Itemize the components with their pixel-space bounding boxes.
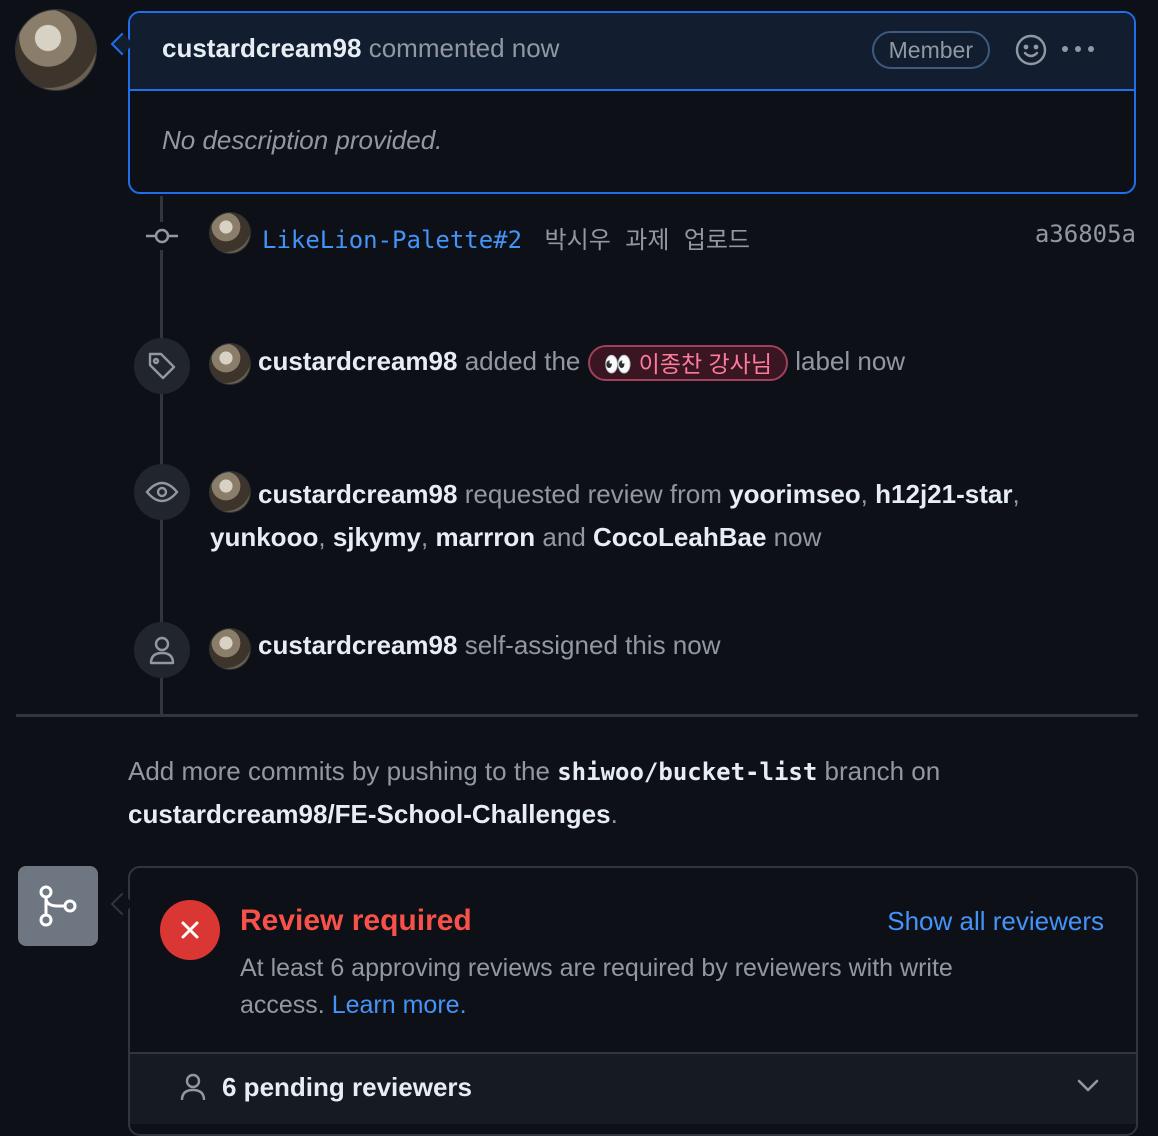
git-branch-icon xyxy=(39,885,77,927)
comment-header: custardcream98 commented now Member xyxy=(130,13,1134,91)
commit-icon xyxy=(144,222,180,250)
label-chip[interactable]: 👀 이종찬 강사님 xyxy=(587,345,788,381)
commit-sha[interactable]: a36805a xyxy=(1035,220,1136,248)
commit-avatar[interactable] xyxy=(210,213,250,253)
merge-box: Review required Show all reviewers At le… xyxy=(128,866,1138,1136)
eye-icon-badge xyxy=(134,464,190,520)
push-hint: Add more commits by pushing to the shiwo… xyxy=(128,756,941,829)
reviewer-link[interactable]: marrron xyxy=(435,522,535,552)
review-event-post: now xyxy=(773,522,822,552)
label-event-post: label now xyxy=(795,345,906,376)
review-event-pre: requested review from xyxy=(464,479,722,509)
avatar[interactable] xyxy=(16,10,96,90)
tag-icon-badge xyxy=(134,338,190,394)
commit-message[interactable]: 박시우 과제 업로드 xyxy=(545,226,751,254)
smiley-icon[interactable] xyxy=(1014,33,1048,67)
person-icon xyxy=(180,1073,206,1101)
repo-link[interactable]: custardcream98/FE-School-Challenges xyxy=(128,799,611,829)
reviewer-link[interactable]: yoorimseo xyxy=(729,479,861,509)
assign-event-avatar[interactable] xyxy=(210,629,250,669)
reviewer-link[interactable]: yunkooo xyxy=(210,522,318,552)
learn-more-link[interactable]: Learn more. xyxy=(332,991,467,1019)
reviewer-link[interactable]: h12j21-star xyxy=(875,479,1012,509)
person-icon-badge xyxy=(134,622,190,678)
comment-box: custardcream98 commented now Member No d… xyxy=(128,11,1136,194)
review-event-and: and xyxy=(542,522,586,552)
chevron-down-icon[interactable] xyxy=(1076,1078,1100,1094)
commit-ref-link[interactable]: LikeLion-Palette#2 xyxy=(262,226,522,254)
reviewer-link[interactable]: sjkymy xyxy=(333,522,421,552)
person-icon xyxy=(149,636,175,665)
label-event-avatar[interactable] xyxy=(210,344,250,384)
eye-icon xyxy=(145,481,179,503)
member-badge: Member xyxy=(871,31,990,69)
show-all-reviewers-link[interactable]: Show all reviewers xyxy=(887,906,1104,937)
pending-reviewers-bar[interactable]: 6 pending reviewers xyxy=(130,1052,1136,1124)
pending-reviewers-label: 6 pending reviewers xyxy=(222,1072,472,1102)
tag-icon xyxy=(148,352,176,380)
review-event-actor[interactable]: custardcream98 xyxy=(258,479,457,509)
assign-event-post: self-assigned this now xyxy=(464,630,721,660)
kebab-menu-icon[interactable] xyxy=(1060,39,1096,59)
timeline-divider xyxy=(16,714,1138,717)
review-required-status xyxy=(160,900,220,960)
comment-author[interactable]: custardcream98 xyxy=(162,33,361,63)
label-event-actor[interactable]: custardcream98 xyxy=(258,346,457,376)
comment-body: No description provided. xyxy=(162,125,443,155)
comment-action[interactable]: commented now xyxy=(369,33,560,63)
x-icon xyxy=(181,921,199,939)
review-required-title: Review required xyxy=(240,904,472,937)
assign-event-actor[interactable]: custardcream98 xyxy=(258,630,457,660)
merge-status-icon xyxy=(18,866,98,946)
label-event-pre: added the xyxy=(464,345,581,376)
branch-name[interactable]: shiwoo/bucket-list xyxy=(557,758,817,786)
reviewer-link[interactable]: CocoLeahBae xyxy=(593,522,766,552)
